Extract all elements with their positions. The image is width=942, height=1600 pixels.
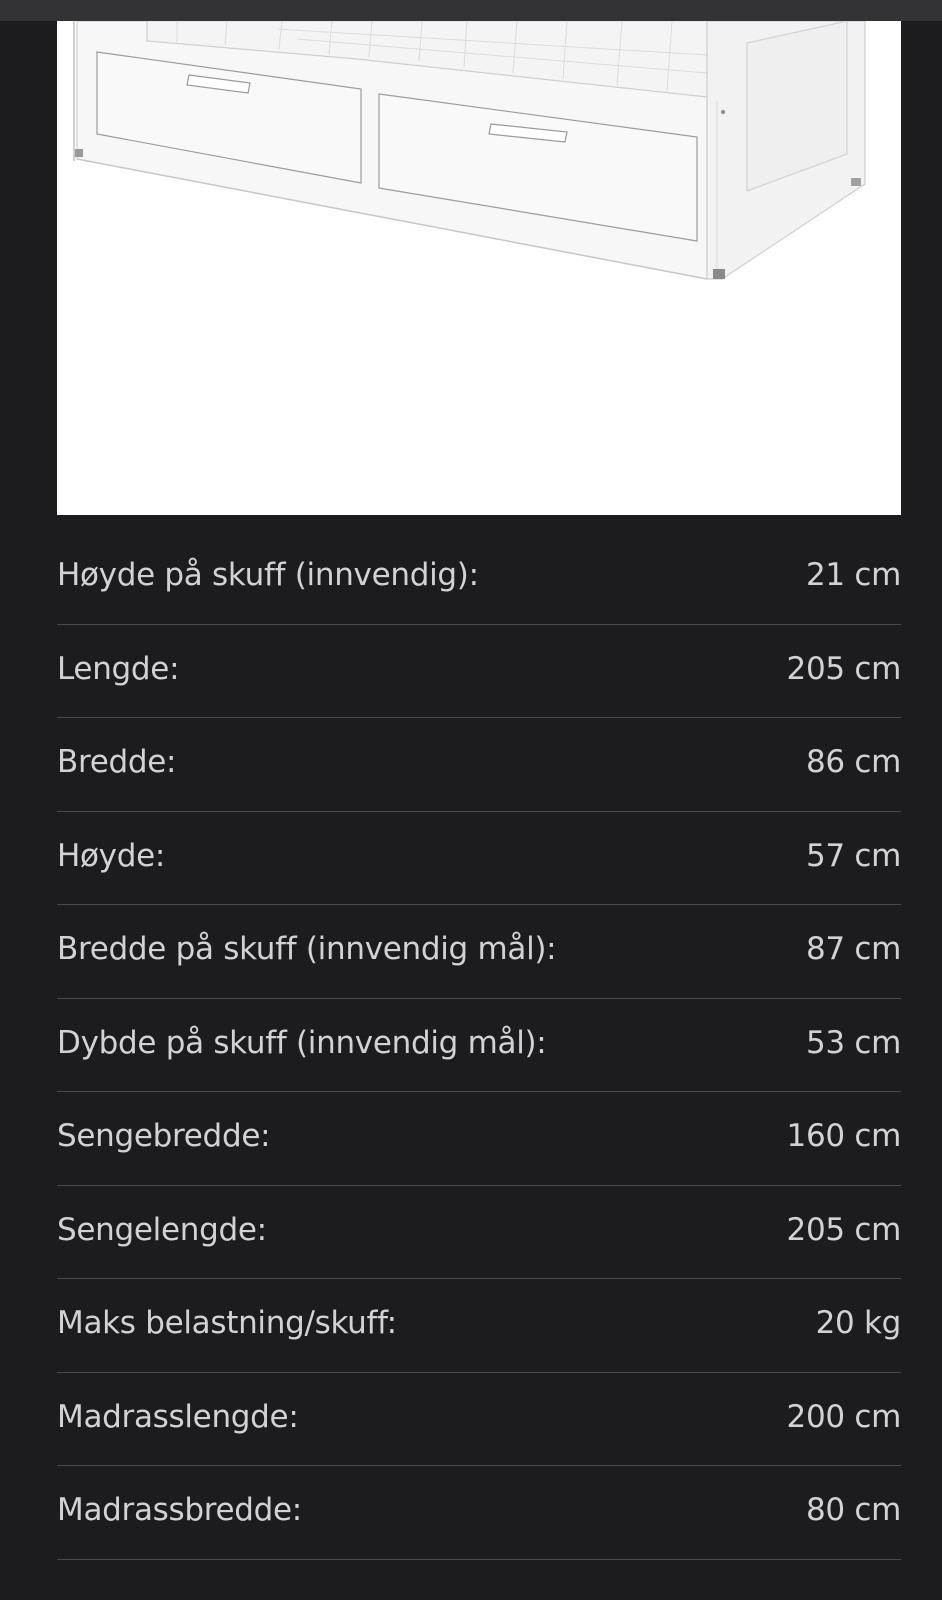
bed-side-panel xyxy=(706,21,866,280)
spec-value: 205 cm xyxy=(786,650,902,687)
daybed-illustration xyxy=(73,21,866,280)
product-image[interactable] xyxy=(57,21,901,515)
spec-label: Dybde på skuff (innvendig mål): xyxy=(57,1024,547,1061)
spec-value: 53 cm xyxy=(805,1024,901,1061)
spec-label: Bredde: xyxy=(57,744,177,781)
spec-label: Lengde: xyxy=(57,650,180,687)
spec-label: Bredde på skuff (innvendig mål): xyxy=(57,931,557,968)
spec-value: 57 cm xyxy=(805,837,901,874)
spec-label: Sengelengde: xyxy=(57,1211,267,1248)
spec-label: Madrasslengde: xyxy=(57,1398,299,1435)
spec-value: 160 cm xyxy=(786,1118,902,1155)
spec-value: 86 cm xyxy=(805,744,901,781)
product-specifications: Høyde på skuff (innvendig): 21 cm Lengde… xyxy=(57,531,901,1560)
spec-value: 87 cm xyxy=(805,931,901,968)
spec-value: 200 cm xyxy=(786,1398,902,1435)
spec-row: Maks belastning/skuff: 20 kg xyxy=(57,1279,901,1373)
spec-label: Madrassbredde: xyxy=(57,1492,302,1529)
spec-label: Høyde: xyxy=(57,837,166,874)
spec-value: 20 kg xyxy=(815,1305,902,1342)
spec-label: Sengebredde: xyxy=(57,1118,271,1155)
spec-row: Bredde på skuff (innvendig mål): 87 cm xyxy=(57,905,901,999)
spec-value: 80 cm xyxy=(805,1492,901,1529)
spec-row: Dybde på skuff (innvendig mål): 53 cm xyxy=(57,999,901,1092)
spec-label: Høyde på skuff (innvendig): xyxy=(57,557,479,594)
spec-row: Høyde på skuff (innvendig): 21 cm xyxy=(57,531,901,625)
spec-value: 21 cm xyxy=(805,557,901,594)
spec-row: Madrassbredde: 80 cm xyxy=(57,1466,901,1560)
spec-value: 205 cm xyxy=(786,1211,902,1248)
spec-row: Sengebredde: 160 cm xyxy=(57,1092,901,1186)
spec-row: Sengelengde: 205 cm xyxy=(57,1186,902,1279)
spec-row: Madrasslengde: 200 cm xyxy=(57,1373,902,1466)
spec-row: Lengde: 205 cm xyxy=(57,625,902,718)
spec-row: Bredde: 86 cm xyxy=(57,718,901,812)
spec-label: Maks belastning/skuff: xyxy=(57,1305,397,1342)
spec-row: Høyde: 57 cm xyxy=(57,812,901,905)
top-bar xyxy=(0,0,942,21)
